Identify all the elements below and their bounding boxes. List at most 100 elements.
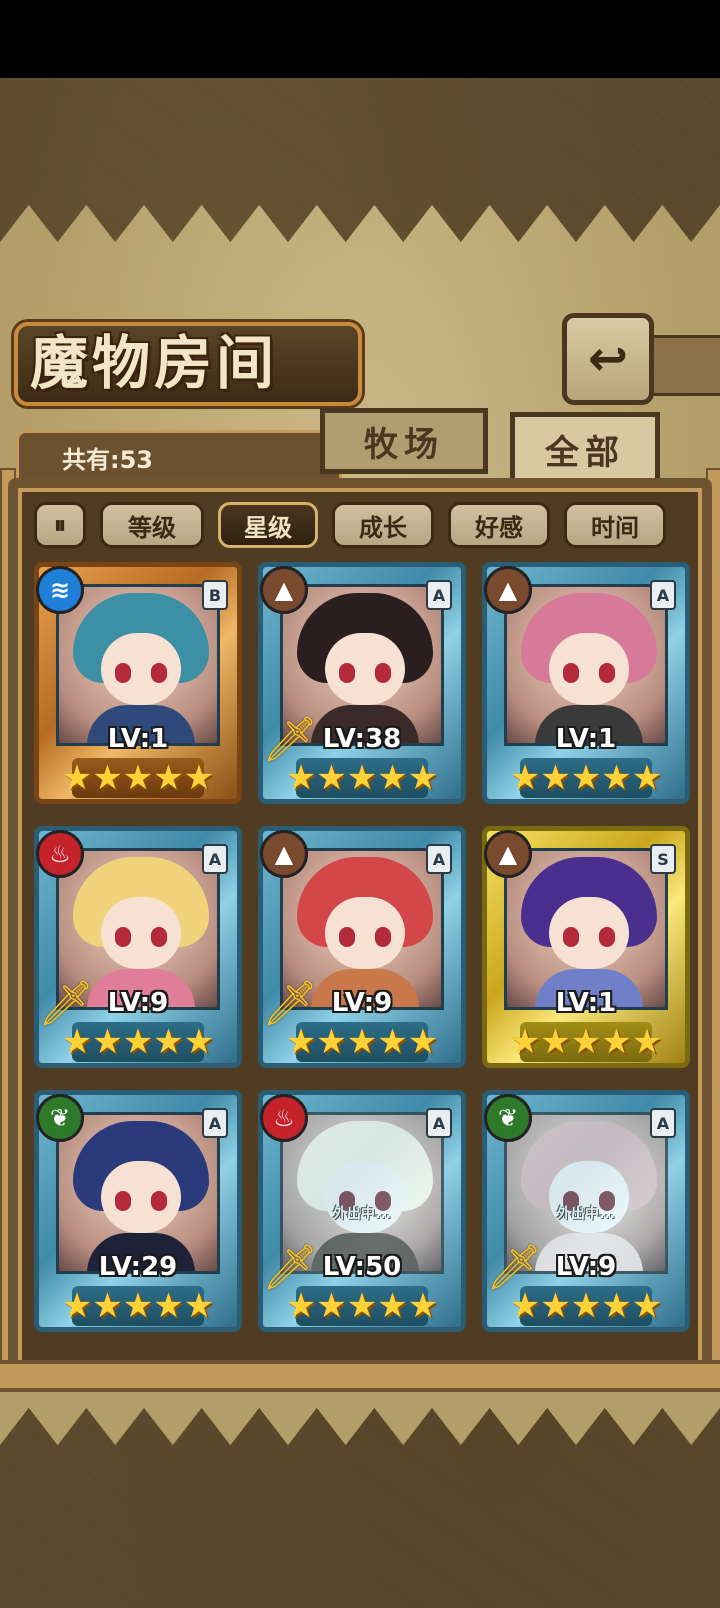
star-icon: ★	[346, 1022, 378, 1062]
monster-portrait	[56, 1112, 220, 1274]
star-icon: ★	[407, 758, 439, 798]
filter-affection-button[interactable]: 好感	[448, 502, 550, 548]
star-icon: ★	[377, 758, 408, 798]
filter-growth-button[interactable]: 成长	[332, 502, 434, 548]
star-icon: ★	[153, 1286, 184, 1326]
rank-badge: A	[426, 1108, 452, 1138]
star-icon: ★	[61, 1022, 93, 1062]
star-icon: ★	[183, 1286, 215, 1326]
monster-card[interactable]: ▲ A 🗡 LV:38 ★ ★ ★ ★ ★	[258, 562, 466, 804]
monster-card[interactable]: ♨ A 🗡 LV:9 ★ ★ ★ ★ ★	[34, 826, 242, 1068]
star-icon: ★	[540, 1022, 571, 1062]
star-icon: ★	[122, 1286, 154, 1326]
star-icon: ★	[122, 758, 154, 798]
tab-all[interactable]: 全部	[510, 412, 660, 486]
star-icon: ★	[601, 1286, 632, 1326]
star-icon: ★	[631, 1022, 663, 1062]
monster-card[interactable]: 外出中... ❦ A 🗡 LV:9 ★ ★ ★ ★ ★	[482, 1090, 690, 1332]
status-bar-area	[0, 0, 720, 78]
star-icon: ★	[509, 758, 541, 798]
star-rating: ★ ★ ★ ★ ★	[510, 758, 662, 798]
rank-badge: S	[650, 844, 676, 874]
star-icon: ★	[153, 758, 184, 798]
fire-element-icon: ♨	[260, 1094, 308, 1142]
monster-level: LV:38	[322, 724, 402, 754]
rank-badge: B	[202, 580, 228, 610]
star-rating: ★ ★ ★ ★ ★	[62, 758, 214, 798]
star-icon: ★	[570, 758, 602, 798]
star-rating: ★ ★ ★ ★ ★	[510, 1022, 662, 1062]
star-icon: ★	[540, 1286, 571, 1326]
monster-portrait	[56, 584, 220, 746]
monster-portrait	[504, 584, 668, 746]
rank-badge: A	[426, 580, 452, 610]
rank-badge: A	[202, 1108, 228, 1138]
earth-element-icon: ▲	[260, 830, 308, 878]
earth-element-icon: ▲	[260, 566, 308, 614]
bottom-rail	[0, 1360, 720, 1392]
monster-card[interactable]: ▲ S LV:1 ★ ★ ★ ★ ★	[482, 826, 690, 1068]
filter-level-button[interactable]: 等级	[100, 502, 204, 548]
monster-level: LV:9	[331, 988, 393, 1018]
star-rating: ★ ★ ★ ★ ★	[510, 1286, 662, 1326]
nature-element-icon: ❦	[484, 1094, 532, 1142]
star-rating: ★ ★ ★ ★ ★	[286, 1022, 438, 1062]
filter-star-button[interactable]: 星级	[218, 502, 318, 548]
water-element-icon: ≋	[36, 566, 84, 614]
monster-level: LV:1	[555, 988, 617, 1018]
star-icon: ★	[316, 1022, 347, 1062]
rank-badge: A	[426, 844, 452, 874]
star-icon: ★	[570, 1022, 602, 1062]
star-icon: ★	[61, 758, 93, 798]
monster-count: 共有:53	[62, 446, 153, 474]
filter-time-button[interactable]: 时间	[564, 502, 666, 548]
star-icon: ★	[631, 1286, 663, 1326]
sort-toggle-button[interactable]: ⏸	[34, 502, 86, 548]
monster-level: LV:1	[107, 724, 169, 754]
monster-level: LV:1	[555, 724, 617, 754]
star-icon: ★	[285, 1286, 317, 1326]
back-arrow-icon: ↩	[587, 331, 629, 387]
tab-ranch[interactable]: 牧场	[320, 408, 488, 474]
star-icon: ★	[285, 758, 317, 798]
star-icon: ★	[631, 758, 663, 798]
monster-level: LV:29	[98, 1252, 178, 1282]
star-icon: ★	[92, 1022, 123, 1062]
star-icon: ★	[316, 1286, 347, 1326]
fire-element-icon: ♨	[36, 830, 84, 878]
star-icon: ★	[407, 1286, 439, 1326]
star-icon: ★	[509, 1022, 541, 1062]
monster-card[interactable]: ❦ A LV:29 ★ ★ ★ ★ ★	[34, 1090, 242, 1332]
star-icon: ★	[570, 1286, 602, 1326]
star-icon: ★	[92, 758, 123, 798]
star-icon: ★	[509, 1286, 541, 1326]
star-icon: ★	[92, 1286, 123, 1326]
monster-card[interactable]: ▲ A 🗡 LV:9 ★ ★ ★ ★ ★	[258, 826, 466, 1068]
earth-element-icon: ▲	[484, 830, 532, 878]
star-icon: ★	[377, 1286, 408, 1326]
back-button[interactable]: ↩	[562, 313, 654, 405]
monster-card[interactable]: ▲ A LV:1 ★ ★ ★ ★ ★	[482, 562, 690, 804]
star-icon: ★	[183, 1022, 215, 1062]
star-rating: ★ ★ ★ ★ ★	[62, 1022, 214, 1062]
earth-element-icon: ▲	[484, 566, 532, 614]
star-rating: ★ ★ ★ ★ ★	[286, 1286, 438, 1326]
sort-toggle-icon: ⏸	[54, 511, 66, 539]
rank-badge: A	[650, 1108, 676, 1138]
monster-card[interactable]: ≋ B LV:1 ★ ★ ★ ★ ★	[34, 562, 242, 804]
star-icon: ★	[540, 758, 571, 798]
nature-element-icon: ❦	[36, 1094, 84, 1142]
star-rating: ★ ★ ★ ★ ★	[286, 758, 438, 798]
rank-badge: A	[650, 580, 676, 610]
monster-level: LV:50	[322, 1252, 402, 1282]
star-icon: ★	[407, 1022, 439, 1062]
star-icon: ★	[316, 758, 347, 798]
star-icon: ★	[346, 758, 378, 798]
star-icon: ★	[601, 758, 632, 798]
star-icon: ★	[346, 1286, 378, 1326]
star-icon: ★	[122, 1022, 154, 1062]
monster-card[interactable]: 外出中... ♨ A 🗡 LV:50 ★ ★ ★ ★ ★	[258, 1090, 466, 1332]
star-icon: ★	[285, 1022, 317, 1062]
page-title: 魔物房间	[30, 329, 279, 397]
star-icon: ★	[153, 1022, 184, 1062]
